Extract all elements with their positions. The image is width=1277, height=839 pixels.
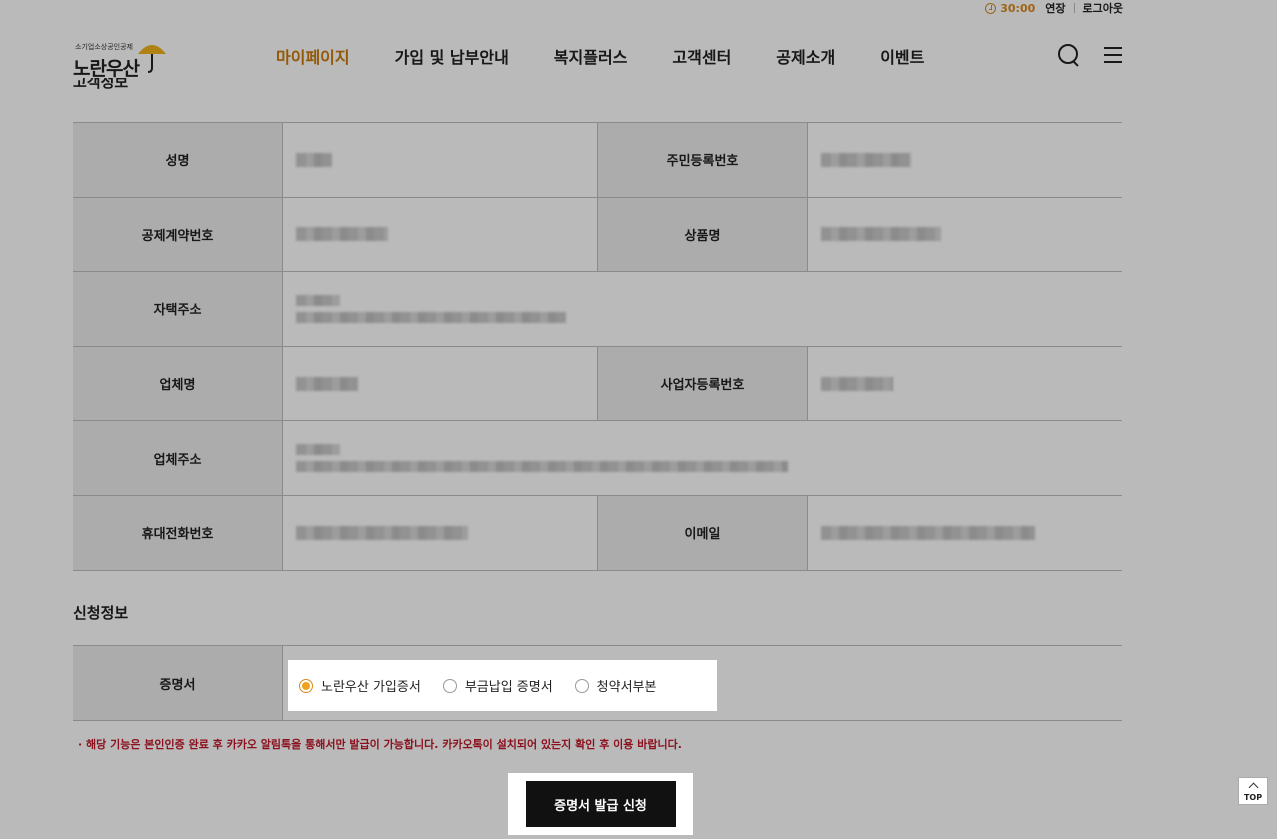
radio-icon [299, 678, 313, 693]
contract-value [283, 197, 598, 272]
umbrella-icon [138, 45, 166, 73]
home-address-value [283, 272, 1122, 346]
extend-link[interactable]: 연장 [1045, 0, 1065, 16]
nav-event[interactable]: 이벤트 [880, 44, 924, 68]
session-timer: 30:00 [985, 2, 1035, 15]
cert-label: 증명서 [73, 646, 283, 720]
radio-icon [442, 678, 457, 693]
home-address-label: 자택주소 [73, 272, 283, 346]
radio-icon [574, 678, 589, 693]
nav-join-guide[interactable]: 가입 및 납부안내 [395, 44, 509, 68]
rrn-label: 주민등록번호 [598, 123, 808, 197]
table-row: 공제계약번호 상품명 [73, 197, 1122, 273]
company-label: 업체명 [73, 346, 283, 421]
logo-brand: 노란우산 [73, 58, 140, 80]
company-address-label: 업체주소 [73, 421, 283, 495]
logout-link[interactable]: 로그아웃 [1083, 0, 1123, 16]
notice-text: · 해당 기능은 본인인증 완료 후 카카오 알림톡을 통해서만 발급이 가능합… [78, 738, 682, 751]
radio-label: 부금납입 증명서 [464, 680, 553, 695]
top-button[interactable]: TOP [1238, 777, 1268, 805]
email-value [808, 496, 1122, 570]
submit-highlight: 증명서 발급 신청 [508, 773, 693, 835]
product-value [808, 198, 1122, 272]
highlight-radio-group: 노란우산 가입증서 부금납입 증명서 청약서부본 [289, 660, 717, 711]
table-row: 업체명 사업자등록번호 [73, 346, 1122, 422]
customer-info-table: 성명 주민등록번호 공제계약번호 상품명 자택주소 업체명 사업자등록번호 업체… [73, 122, 1122, 571]
bizno-label: 사업자등록번호 [598, 346, 808, 421]
top-label: TOP [1243, 793, 1263, 802]
nav-welfare-plus[interactable]: 복지플러스 [554, 44, 628, 68]
clock-icon [985, 2, 997, 14]
table-row: 자택주소 [73, 272, 1122, 347]
mobile-label: 휴대전화번호 [73, 495, 283, 570]
contract-label: 공제계약번호 [73, 197, 283, 272]
divider [1073, 3, 1075, 13]
company-value [283, 346, 598, 421]
header-icons [1058, 44, 1122, 66]
name-label: 성명 [73, 123, 283, 197]
table-row: 휴대전화번호 이메일 [73, 495, 1122, 571]
main-nav: 마이페이지 가입 및 납부안내 복지플러스 고객센터 공제소개 이벤트 [276, 44, 924, 68]
utility-bar: 30:00 연장 로그아웃 [985, 0, 1123, 16]
chevron-up-icon [1248, 782, 1258, 793]
name-value [283, 123, 598, 197]
section-title-cut: 고객정보 [73, 78, 129, 90]
issue-cert-button[interactable]: 증명서 발급 신청 [525, 781, 676, 827]
nav-about[interactable]: 공제소개 [776, 44, 835, 68]
timer-text: 30:00 [1000, 1, 1036, 15]
company-address-value [283, 421, 1122, 495]
radio-payment-cert-hl[interactable]: 부금납입 증명서 [442, 676, 553, 695]
logo-tagline: 소기업소상공인공제 [75, 43, 133, 51]
radio-membership-cert-hl[interactable]: 노란우산 가입증서 [299, 676, 421, 695]
table-row: 업체주소 [73, 421, 1122, 496]
radio-application-copy-hl[interactable]: 청약서부본 [574, 676, 657, 695]
nav-mypage[interactable]: 마이페이지 [276, 44, 350, 68]
product-label: 상품명 [598, 197, 808, 272]
menu-icon[interactable] [1104, 47, 1122, 63]
radio-label: 노란우산 가입증서 [321, 680, 421, 695]
header: 소기업소상공인공제 노란우산 마이페이지 가입 및 납부안내 복지플러스 고객센… [0, 30, 1277, 90]
bizno-value [808, 347, 1122, 421]
table-row: 성명 주민등록번호 [73, 123, 1122, 198]
apply-info-title: 신청정보 [73, 604, 129, 622]
search-icon[interactable] [1058, 44, 1080, 66]
mobile-value [283, 495, 598, 570]
email-label: 이메일 [598, 495, 808, 570]
radio-label: 청약서부본 [596, 680, 657, 695]
rrn-value [808, 123, 1122, 197]
nav-customer-center[interactable]: 고객센터 [672, 44, 731, 68]
logo[interactable]: 소기업소상공인공제 노란우산 [73, 38, 173, 82]
